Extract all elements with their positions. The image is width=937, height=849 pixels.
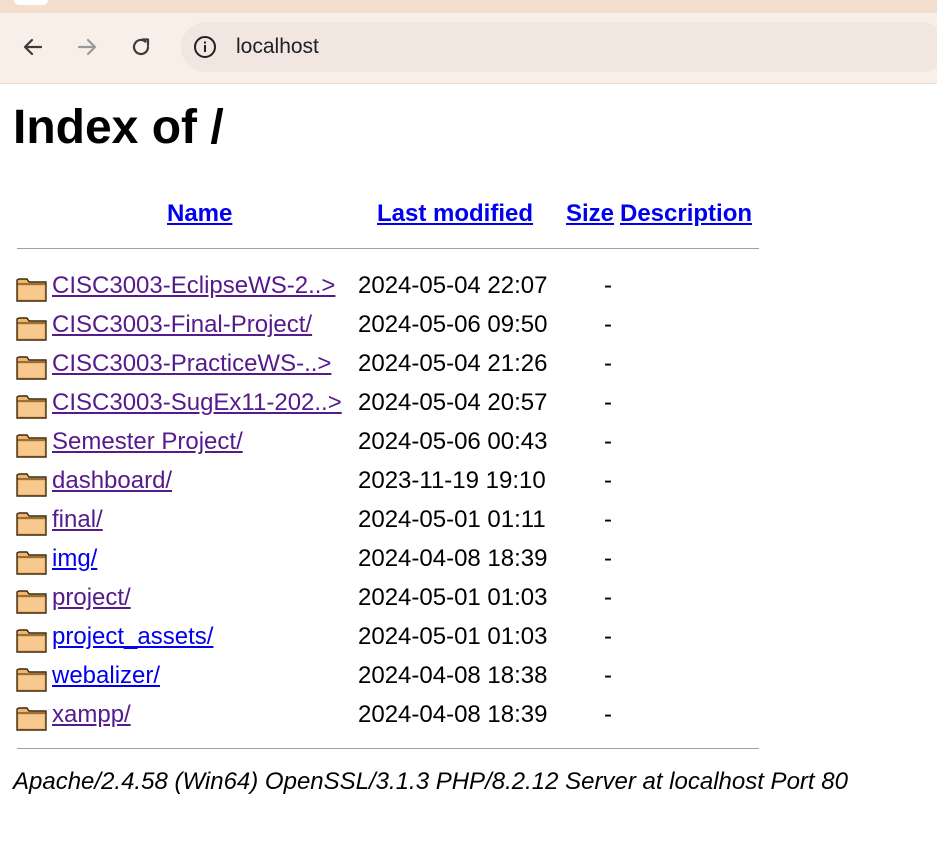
size-cell: - — [604, 623, 612, 650]
folder-icon — [16, 665, 48, 693]
folder-icon — [16, 392, 48, 420]
directory-link[interactable]: CISC3003-Final-Project/ — [52, 307, 312, 343]
folder-icon — [16, 626, 48, 654]
directory-link[interactable]: final/ — [52, 502, 103, 538]
forward-arrow-icon — [77, 38, 97, 56]
back-arrow-icon — [23, 38, 43, 56]
table-row: xampp/2024-04-08 18:39 - — [16, 697, 816, 733]
folder-icon — [16, 353, 48, 381]
directory-link[interactable]: dashboard/ — [52, 463, 172, 499]
page-title: Index of / — [13, 101, 224, 154]
size-cell: - — [604, 389, 612, 416]
table-row: Semester Project/2024-05-06 00:43 - — [16, 424, 816, 460]
folder-icon — [16, 704, 48, 732]
reload-button[interactable] — [126, 32, 156, 62]
size-cell: - — [604, 701, 612, 728]
url-text[interactable]: localhost — [236, 34, 319, 60]
table-row: webalizer/2024-04-08 18:38 - — [16, 658, 816, 694]
tab-strip — [0, 0, 937, 13]
directory-link[interactable]: webalizer/ — [52, 658, 160, 694]
size-cell: - — [604, 545, 612, 572]
footer-divider — [17, 748, 759, 749]
directory-link[interactable]: CISC3003-EclipseWS-2..> — [52, 268, 335, 304]
folder-icon — [16, 275, 48, 303]
table-row: CISC3003-Final-Project/2024-05-06 09:50 - — [16, 307, 816, 343]
active-tab-edge[interactable] — [14, 0, 48, 5]
last-modified-cell: 2024-04-08 18:38 — [358, 662, 548, 689]
last-modified-cell: 2024-05-01 01:11 — [358, 506, 546, 533]
size-cell: - — [604, 467, 612, 494]
size-cell: - — [604, 584, 612, 611]
directory-link[interactable]: CISC3003-PracticeWS-..> — [52, 346, 331, 382]
folder-icon — [16, 431, 48, 459]
size-cell: - — [604, 506, 612, 533]
table-row: dashboard/2023-11-19 19:10 - — [16, 463, 816, 499]
last-modified-cell: 2024-05-04 22:07 — [358, 272, 548, 299]
size-cell: - — [604, 662, 612, 689]
table-row: project_assets/2024-05-01 01:03 - — [16, 619, 816, 655]
folder-icon — [16, 470, 48, 498]
size-cell: - — [604, 311, 612, 338]
table-row: img/2024-04-08 18:39 - — [16, 541, 816, 577]
size-cell: - — [604, 272, 612, 299]
directory-link[interactable]: project/ — [52, 580, 131, 616]
reload-icon — [132, 38, 150, 56]
sort-by-description-link[interactable]: Description — [620, 196, 752, 232]
directory-link[interactable]: xampp/ — [52, 697, 131, 733]
directory-link[interactable]: img/ — [52, 541, 97, 577]
table-row: final/2024-05-01 01:11 - — [16, 502, 816, 538]
folder-icon — [16, 509, 48, 537]
size-cell: - — [604, 428, 612, 455]
address-bar[interactable]: localhost — [181, 22, 937, 72]
last-modified-cell: 2024-05-04 21:26 — [358, 350, 548, 377]
folder-icon — [16, 587, 48, 615]
table-row: CISC3003-EclipseWS-2..> 2024-05-04 22:07 - — [16, 268, 816, 304]
last-modified-cell: 2024-05-06 09:50 — [358, 311, 548, 338]
server-signature: Apache/2.4.58 (Win64) OpenSSL/3.1.3 PHP/… — [13, 768, 848, 795]
last-modified-cell: 2024-04-08 18:39 — [358, 545, 548, 572]
last-modified-cell: 2024-05-04 20:57 — [358, 389, 548, 416]
last-modified-cell: 2024-05-06 00:43 — [358, 428, 548, 455]
table-row: project/2024-05-01 01:03 - — [16, 580, 816, 616]
sort-by-size-link[interactable]: Size — [566, 196, 614, 232]
info-icon[interactable] — [193, 35, 217, 59]
last-modified-cell: 2024-04-08 18:39 — [358, 701, 548, 728]
forward-button[interactable] — [72, 32, 102, 62]
last-modified-cell: 2024-05-01 01:03 — [358, 584, 548, 611]
sort-by-name-link[interactable]: Name — [167, 196, 232, 232]
directory-link[interactable]: project_assets/ — [52, 619, 213, 655]
directory-link[interactable]: CISC3003-SugEx11-202..> — [52, 385, 342, 421]
sort-by-last-modified-link[interactable]: Last modified — [377, 196, 533, 232]
back-button[interactable] — [18, 32, 48, 62]
directory-link[interactable]: Semester Project/ — [52, 424, 243, 460]
last-modified-cell: 2023-11-19 19:10 — [358, 467, 546, 494]
last-modified-cell: 2024-05-01 01:03 — [358, 623, 548, 650]
table-row: CISC3003-PracticeWS-..> 2024-05-04 21:26 - — [16, 346, 816, 382]
folder-icon — [16, 548, 48, 576]
folder-icon — [16, 314, 48, 342]
size-cell: - — [604, 350, 612, 377]
header-divider — [17, 248, 759, 249]
table-row: CISC3003-SugEx11-202..> 2024-05-04 20:57 - — [16, 385, 816, 421]
browser-toolbar: localhost — [0, 0, 937, 84]
